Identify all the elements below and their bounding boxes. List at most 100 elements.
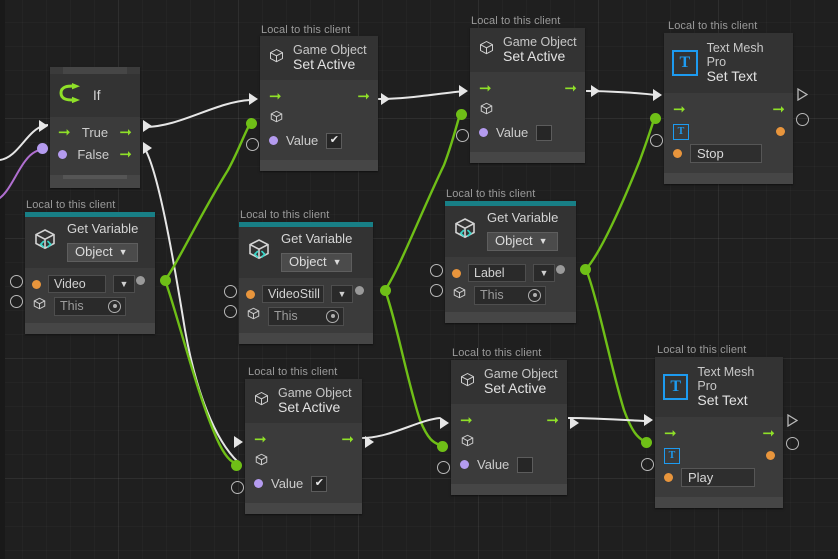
set-active-top-flow-in-port[interactable] (249, 93, 258, 105)
flow-arrow-out-icon[interactable]: ➞ (357, 89, 370, 104)
text-input[interactable]: Play (681, 468, 755, 488)
if-true-out-port[interactable] (143, 120, 152, 132)
set-active-bl-flow-out-port[interactable] (365, 436, 374, 448)
node-set-active-top[interactable]: Game Object Set Active ➞ ➞ Value ✔ (260, 36, 378, 171)
flow-row[interactable]: ➞ ➞ (664, 423, 775, 445)
node-set-active-bottom-mid[interactable]: Game Object Set Active ➞ ➞ Value (451, 360, 567, 495)
get-var-label-value-out-port[interactable] (556, 265, 565, 274)
flow-arrow-out-icon[interactable]: ➞ (564, 81, 577, 96)
if-condition-in-port[interactable] (37, 143, 48, 154)
get-var-video-value-out-port[interactable] (136, 276, 145, 285)
text-input[interactable]: Stop (690, 144, 762, 164)
tmp-target-row[interactable]: T (664, 445, 775, 467)
set-text-top-value-out-port[interactable] (796, 113, 809, 126)
text-value-row[interactable]: Play (664, 467, 775, 489)
text-value-row[interactable]: Stop (673, 143, 785, 165)
flow-arrow-out-icon[interactable]: ➞ (762, 426, 775, 441)
flow-arrow-in-icon[interactable]: ➞ (269, 89, 282, 104)
variable-name-row[interactable]: VideoStill ▼ (246, 283, 366, 305)
set-active-bl-flow-in-port[interactable] (234, 436, 243, 448)
variable-source-row[interactable]: This (452, 284, 569, 306)
object-picker-icon[interactable] (528, 288, 541, 302)
set-active-bm-flow-out-port[interactable] (570, 417, 579, 429)
set-active-bl-value-in-port[interactable] (231, 481, 244, 494)
flow-row[interactable]: ➞ ➞ (254, 429, 354, 451)
target-object-row[interactable] (479, 100, 577, 122)
get-var-label-wire-junction[interactable] (580, 264, 591, 275)
variable-type-dropdown[interactable]: Object ▼ (67, 242, 139, 263)
value-row[interactable]: Value ✔ (254, 473, 354, 495)
get-var-video-name-in-port[interactable] (10, 275, 23, 288)
target-object-row[interactable] (460, 432, 559, 454)
target-object-row[interactable] (254, 451, 354, 473)
tmp-out-dot-icon[interactable] (766, 451, 775, 461)
node-set-text-top[interactable]: T Text Mesh Pro Set Text ➞ ➞ T Stop (664, 33, 793, 184)
set-text-bottom-tmp-in-port[interactable] (641, 437, 652, 448)
target-object-row[interactable] (269, 108, 370, 130)
flow-arrow-in-icon[interactable]: ➞ (479, 81, 492, 96)
flow-arrow-out-icon[interactable]: ➞ (772, 102, 785, 117)
value-checkbox[interactable] (517, 456, 534, 473)
variable-source-field[interactable]: This (54, 296, 126, 316)
node-set-active-bottom-left[interactable]: Game Object Set Active ➞ ➞ Value ✔ (245, 379, 362, 514)
set-active-top-object-in-port[interactable] (246, 118, 257, 129)
flow-row[interactable]: ➞ ➞ (269, 86, 370, 108)
set-text-bottom-value-out-port[interactable] (786, 437, 799, 450)
object-picker-icon[interactable] (326, 309, 339, 323)
variable-type-dropdown[interactable]: Object ▼ (487, 231, 559, 252)
set-text-bottom-flow-in-port[interactable] (644, 414, 653, 426)
get-var-video-wire-junction[interactable] (160, 275, 171, 286)
set-text-top-tmp-in-port[interactable] (650, 113, 661, 124)
graph-canvas[interactable]: If ➞ True ➞ False ➞ Local to this client (0, 0, 838, 559)
get-var-videostill-wire-junction[interactable] (380, 285, 391, 296)
if-false-row[interactable]: False ➞ (58, 143, 132, 165)
get-var-videostill-source-in-port[interactable] (224, 305, 237, 318)
get-var-videostill-value-out-port[interactable] (355, 286, 364, 295)
value-checkbox[interactable]: ✔ (311, 475, 328, 492)
node-get-variable-videostill[interactable]: Get Variable Object ▼ VideoStill ▼ This (239, 222, 373, 345)
tmp-out-dot-icon[interactable] (776, 127, 785, 137)
set-text-top-string-in-port[interactable] (650, 134, 663, 147)
flow-arrow-in-icon[interactable]: ➞ (460, 413, 473, 428)
set-active-top-value-in-port[interactable] (246, 138, 259, 151)
if-false-out-port[interactable] (143, 142, 152, 154)
value-checkbox[interactable]: ✔ (326, 132, 343, 149)
set-active-mid-value-in-port[interactable] (456, 129, 469, 142)
set-text-bottom-string-in-port[interactable] (641, 458, 654, 471)
set-active-bm-object-in-port[interactable] (437, 441, 448, 452)
get-var-videostill-name-in-port[interactable] (224, 285, 237, 298)
variable-name-row[interactable]: Label ▼ (452, 262, 569, 284)
set-text-top-flow-in-port[interactable] (653, 89, 662, 101)
flow-arrow-in-icon[interactable]: ➞ (254, 432, 267, 447)
flow-arrow-in-icon[interactable]: ➞ (673, 102, 686, 117)
set-active-bl-object-in-port[interactable] (231, 460, 242, 471)
flow-row[interactable]: ➞ ➞ (479, 78, 577, 100)
node-if[interactable]: If ➞ True ➞ False ➞ (50, 67, 140, 188)
set-active-top-flow-out-port[interactable] (381, 93, 390, 105)
set-active-mid-object-in-port[interactable] (456, 109, 467, 120)
variable-name-dropdown[interactable]: ▼ (331, 285, 353, 304)
flow-arrow-out-icon[interactable]: ➞ (546, 413, 559, 428)
set-active-mid-flow-in-port[interactable] (459, 85, 468, 97)
tmp-target-row[interactable]: T (673, 121, 785, 143)
variable-name-input[interactable]: VideoStill (262, 285, 324, 304)
get-var-label-source-in-port[interactable] (430, 284, 443, 297)
flow-row[interactable]: ➞ ➞ (460, 410, 559, 432)
set-active-bm-value-in-port[interactable] (437, 461, 450, 474)
variable-source-row[interactable]: This (32, 295, 148, 317)
value-row[interactable]: Value (460, 454, 559, 476)
flow-row[interactable]: ➞ ➞ (673, 99, 785, 121)
variable-name-input[interactable]: Label (468, 264, 526, 283)
node-get-variable-label[interactable]: Get Variable Object ▼ Label ▼ This (445, 201, 576, 324)
variable-name-dropdown[interactable]: ▼ (113, 275, 135, 294)
get-var-label-name-in-port[interactable] (430, 264, 443, 277)
variable-name-input[interactable]: Video (48, 275, 106, 294)
variable-type-dropdown[interactable]: Object ▼ (281, 252, 353, 273)
variable-source-field[interactable]: This (474, 285, 546, 305)
if-flow-in-port[interactable] (39, 120, 48, 132)
variable-name-dropdown[interactable]: ▼ (533, 264, 555, 283)
value-row[interactable]: Value ✔ (269, 130, 370, 152)
flow-arrow-out-icon[interactable]: ➞ (341, 432, 354, 447)
variable-name-row[interactable]: Video ▼ (32, 273, 148, 295)
get-var-video-source-in-port[interactable] (10, 295, 23, 308)
